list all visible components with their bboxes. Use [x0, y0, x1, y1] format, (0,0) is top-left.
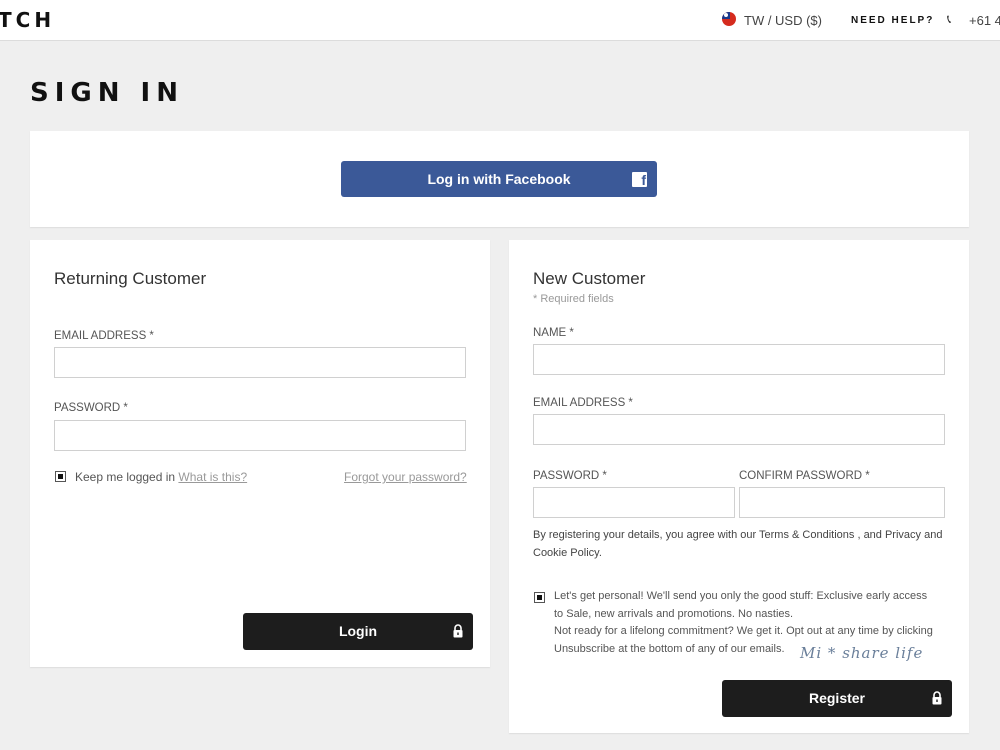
register-name-label: NAME *	[533, 327, 574, 339]
keep-logged-in-label: Keep me logged in	[75, 470, 176, 484]
login-button[interactable]: Login	[243, 613, 473, 650]
register-password-label: PASSWORD *	[533, 470, 607, 482]
login-password-input[interactable]	[54, 420, 466, 451]
register-button-label: Register	[808, 690, 866, 706]
facebook-login-label: Log in with Facebook	[427, 171, 571, 187]
login-button-label: Login	[338, 623, 378, 639]
register-email-input[interactable]	[533, 414, 945, 445]
marketing-optin-checkbox[interactable]	[534, 592, 545, 603]
terms-notice: By registering your details, you agree w…	[533, 526, 942, 562]
lock-icon	[453, 624, 463, 638]
page-title: SIGN IN	[30, 78, 184, 108]
confirm-password-label: CONFIRM PASSWORD *	[739, 470, 870, 482]
terms-line: Cookie Policy.	[533, 547, 602, 559]
what-is-this-link[interactable]: What is this?	[178, 470, 247, 484]
watermark: Mi * share life	[800, 644, 924, 662]
register-email-label: EMAIL ADDRESS *	[533, 397, 633, 409]
terms-line: By registering your details, you agree w…	[533, 529, 943, 541]
facebook-login-button[interactable]: Log in with Facebook f	[341, 161, 657, 197]
locale-selector[interactable]: TW / USD ($)	[744, 13, 822, 28]
register-password-input[interactable]	[533, 487, 735, 518]
lock-icon	[932, 691, 942, 705]
phone-icon: 📞︎	[947, 12, 952, 26]
taiwan-flag-icon[interactable]	[722, 12, 736, 26]
required-fields-note: * Required fields	[533, 293, 614, 305]
optin-line: to Sale, new arrivals and promotions. No…	[554, 607, 794, 620]
returning-customer-heading: Returning Customer	[54, 269, 207, 288]
confirm-password-input[interactable]	[739, 487, 945, 518]
login-password-label: PASSWORD *	[54, 402, 128, 414]
facebook-login-card: Log in with Facebook f	[30, 131, 969, 227]
returning-customer-card: Returning Customer EMAIL ADDRESS * PASSW…	[30, 240, 490, 667]
phone-number[interactable]: +61 4	[969, 13, 1000, 28]
top-bar: TCH TW / USD ($) NEED HELP? 📞︎ +61 4	[0, 0, 1000, 41]
register-name-input[interactable]	[533, 344, 945, 375]
keep-logged-in-checkbox[interactable]	[55, 471, 66, 482]
optin-line: Let's get personal! We'll send you only …	[554, 590, 928, 602]
login-email-input[interactable]	[54, 347, 466, 378]
new-customer-heading: New Customer	[533, 269, 646, 288]
facebook-icon: f	[632, 172, 647, 187]
optin-line: Not ready for a lifelong commitment? We …	[554, 625, 933, 637]
site-logo[interactable]: TCH	[0, 8, 55, 32]
login-email-label: EMAIL ADDRESS *	[54, 330, 154, 342]
keep-logged-in-row: Keep me logged in What is this?	[75, 470, 247, 484]
register-button[interactable]: Register	[722, 680, 952, 717]
forgot-password-link[interactable]: Forgot your password?	[344, 470, 467, 484]
need-help-link[interactable]: NEED HELP?	[851, 15, 934, 26]
